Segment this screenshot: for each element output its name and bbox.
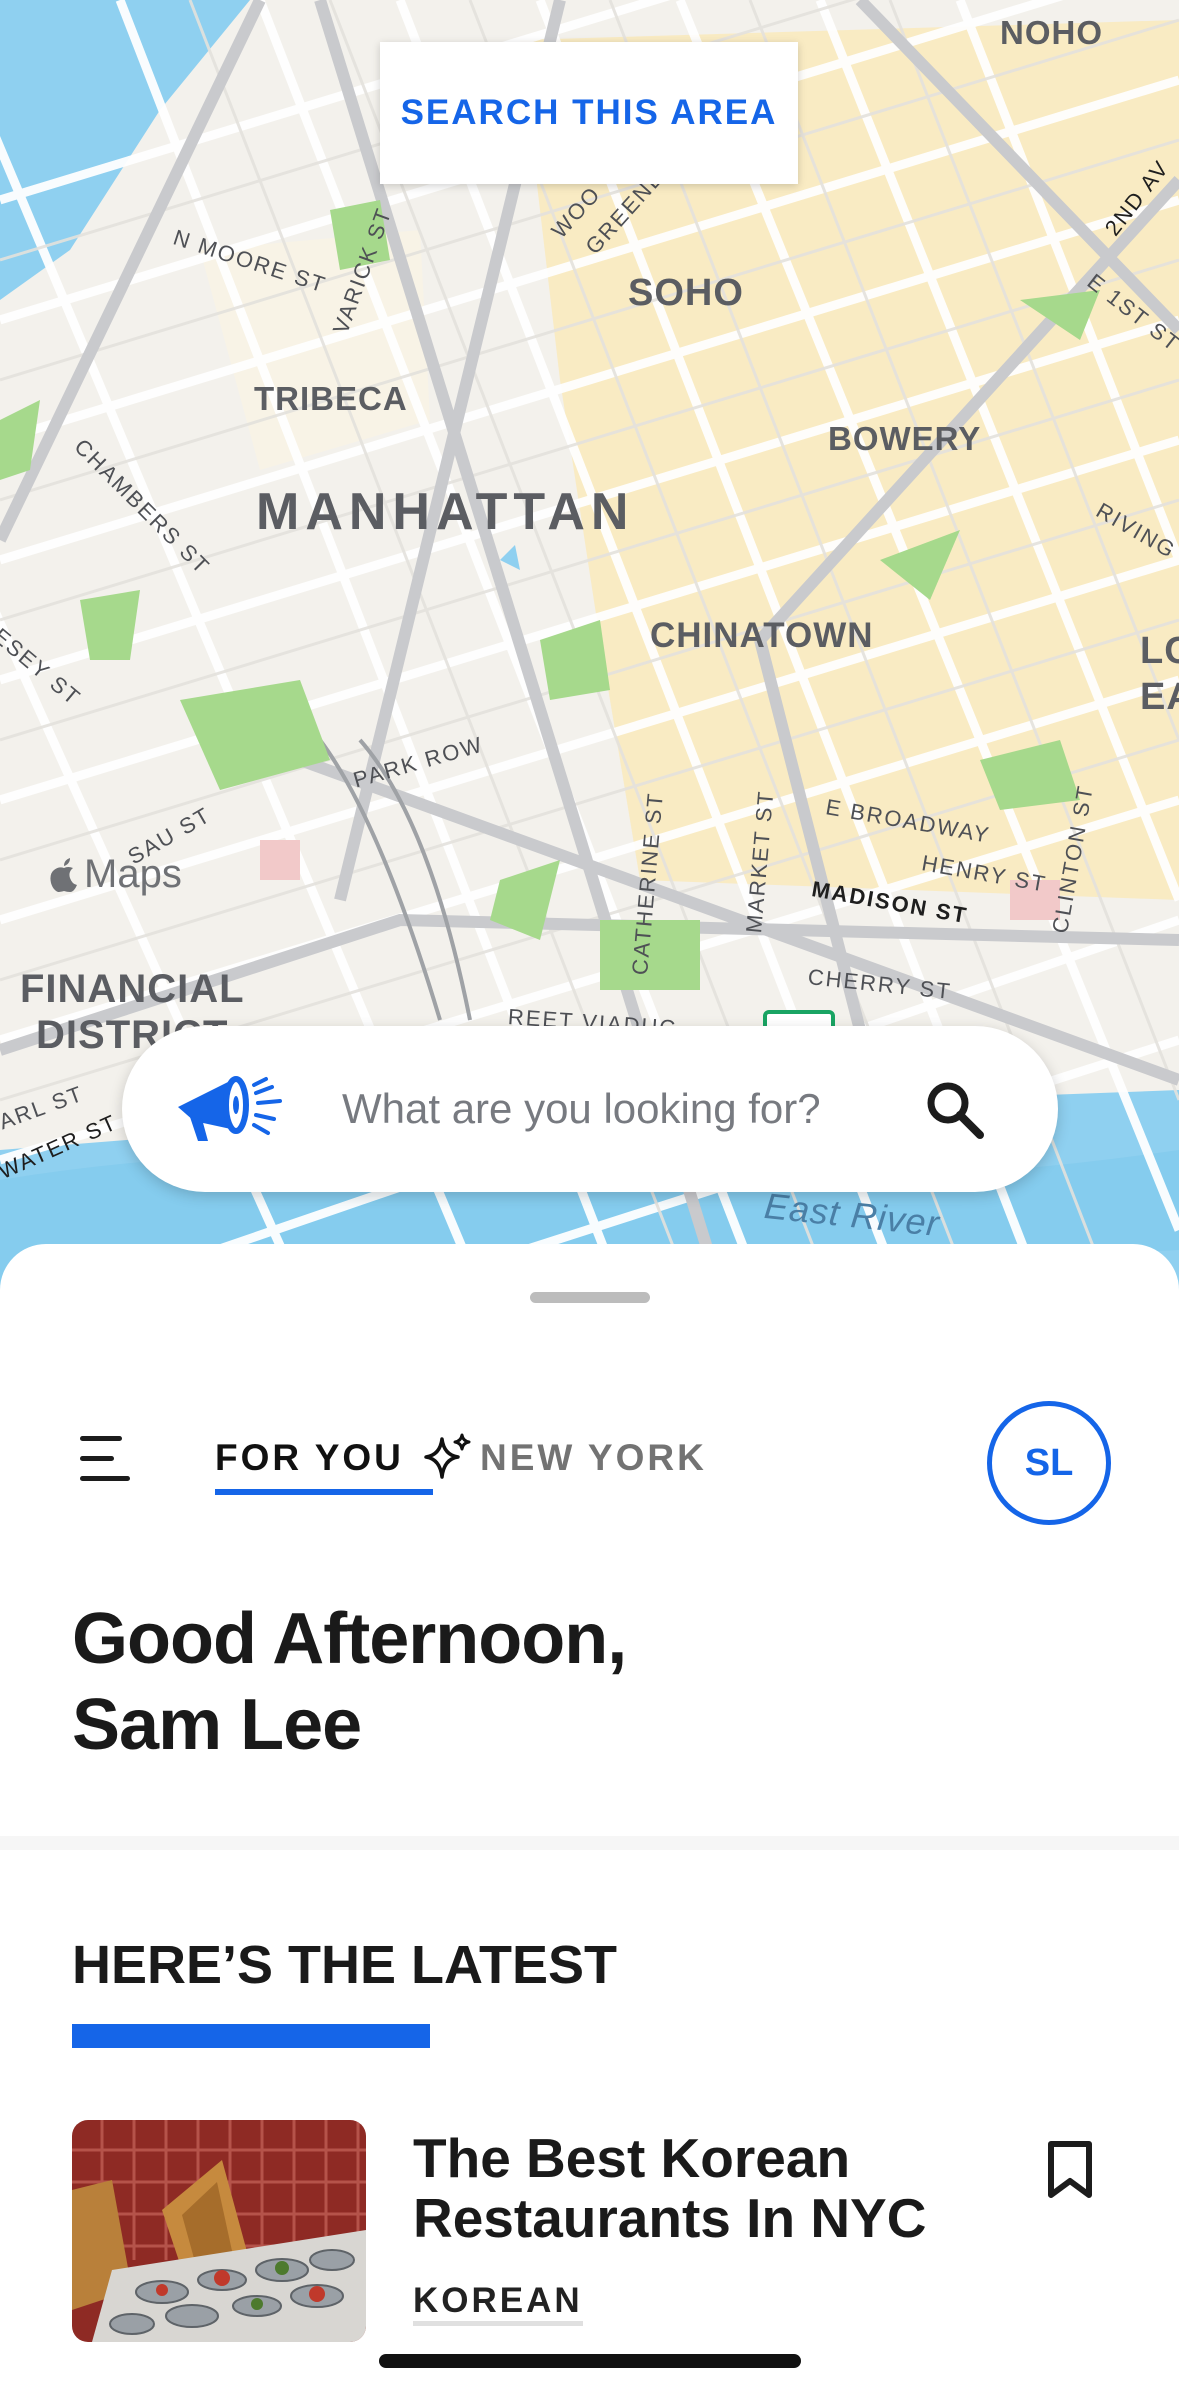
map-label-bowery: BOWERY [828, 420, 982, 457]
greeting-heading: Good Afternoon, Sam Lee [72, 1596, 772, 1768]
menu-line-icon [80, 1476, 130, 1481]
home-indicator[interactable] [379, 2354, 801, 2368]
greeting-user-name: Sam Lee [72, 1685, 362, 1765]
search-icon[interactable] [922, 1077, 986, 1141]
menu-button[interactable] [80, 1436, 132, 1482]
latest-section-heading: HERE’S THE LATEST [72, 1935, 618, 1995]
map-label-soho: SOHO [628, 272, 744, 314]
bookmark-icon[interactable] [1046, 2140, 1094, 2200]
menu-line-icon [80, 1436, 122, 1441]
search-bar[interactable] [122, 1026, 1058, 1192]
article-title-link[interactable]: The Best Korean Restaurants In NYC [413, 2128, 973, 2248]
sheet-grabber-handle[interactable] [530, 1292, 650, 1303]
tab-new-york[interactable]: NEW YORK [480, 1422, 707, 1494]
tab-new-york-label: NEW YORK [480, 1437, 707, 1478]
user-avatar-button[interactable]: SL [987, 1401, 1111, 1525]
article-category-tag[interactable]: KOREAN [413, 2281, 583, 2326]
tab-for-you[interactable]: FOR YOU [215, 1422, 472, 1494]
maps-attribution-text: Maps [84, 852, 182, 896]
section-divider [0, 1836, 1179, 1850]
megaphone-icon [178, 1076, 282, 1141]
map-label-manhattan: MANHATTAN [256, 483, 635, 541]
map-label-chinatown: CHINATOWN [650, 616, 874, 655]
apple-logo-icon [50, 857, 77, 892]
greeting-line-1: Good Afternoon, [72, 1599, 627, 1679]
apple-maps-attribution: Maps [48, 852, 182, 897]
menu-line-icon [80, 1456, 114, 1461]
article-thumbnail[interactable] [72, 2120, 366, 2342]
korean-food-photo [72, 2120, 366, 2342]
avatar-initials: SL [1024, 1441, 1074, 1484]
map-label-lower-east: LO EAS [1140, 630, 1179, 718]
tab-for-you-label: FOR YOU [215, 1437, 404, 1478]
map-label-tribeca: TRIBECA [254, 380, 408, 417]
sparkle-icon [424, 1433, 471, 1479]
map-label-noho: NOHO [1000, 14, 1103, 51]
search-this-area-button[interactable]: SEARCH THIS AREA [380, 42, 798, 184]
search-input[interactable] [340, 1084, 904, 1134]
latest-heading-accent-bar [72, 2024, 430, 2048]
active-tab-indicator [215, 1489, 433, 1495]
